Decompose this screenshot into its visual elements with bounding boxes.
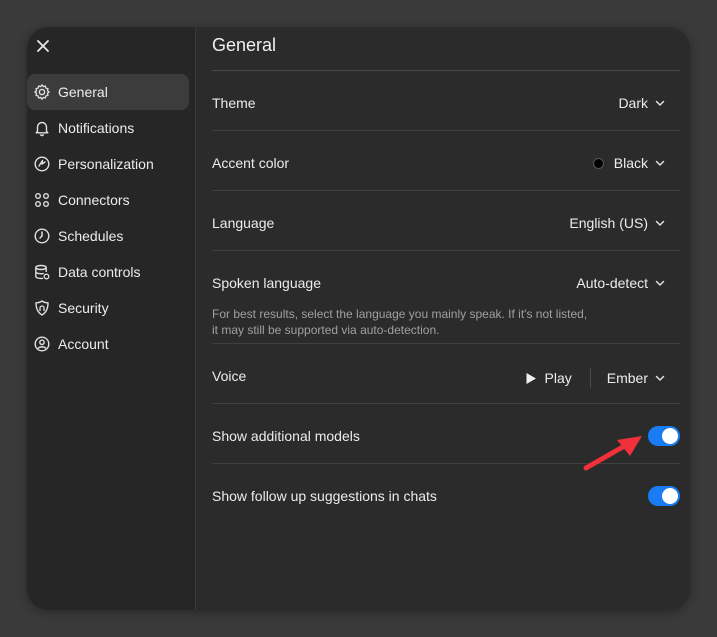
theme-value: Dark <box>618 95 648 111</box>
color-swatch <box>592 157 604 169</box>
voice-controls: Play Ember <box>525 368 666 388</box>
spoken-language-help: For best results, select the language yo… <box>212 306 632 338</box>
language-row: Language English (US) <box>212 191 680 251</box>
additional-models-label: Show additional models <box>212 428 360 444</box>
language-value: English (US) <box>569 215 648 231</box>
user-icon <box>34 336 50 352</box>
gear-icon <box>34 84 50 100</box>
help-text-line: For best results, select the language yo… <box>212 307 588 321</box>
settings-content: General Theme Dark Accent color Black La… <box>195 27 690 610</box>
chevron-down-icon <box>655 100 665 106</box>
voice-dropdown[interactable]: Ember <box>607 370 666 386</box>
help-text-line: it may still be supported via auto-detec… <box>212 323 440 337</box>
clock-icon <box>34 228 50 244</box>
chevron-down-icon <box>655 375 665 381</box>
theme-dropdown[interactable]: Dark <box>618 95 666 111</box>
voice-label: Voice <box>212 368 247 384</box>
sidebar-item-account[interactable]: Account <box>27 326 189 362</box>
settings-modal: General Notifications Personalization Co… <box>27 27 690 610</box>
chevron-down-icon <box>655 160 665 166</box>
voice-row: Voice Play Ember <box>212 344 680 404</box>
settings-nav: General Notifications Personalization Co… <box>27 74 195 362</box>
settings-sidebar: General Notifications Personalization Co… <box>27 27 196 610</box>
play-button[interactable]: Play <box>525 370 572 386</box>
spoken-language-label: Spoken language <box>212 275 321 291</box>
theme-label: Theme <box>212 95 256 111</box>
additional-models-toggle[interactable] <box>648 426 680 446</box>
sidebar-item-connectors[interactable]: Connectors <box>27 182 189 218</box>
spoken-language-value: Auto-detect <box>576 275 648 291</box>
sidebar-item-data-controls[interactable]: Data controls <box>27 254 189 290</box>
shield-icon <box>35 300 49 316</box>
additional-models-row: Show additional models <box>212 404 680 464</box>
sidebar-item-label: Connectors <box>58 192 130 208</box>
sidebar-item-notifications[interactable]: Notifications <box>27 110 189 146</box>
sidebar-item-label: Account <box>58 336 109 352</box>
database-icon <box>35 264 50 280</box>
language-label: Language <box>212 215 275 231</box>
toggle-knob <box>662 488 678 504</box>
follow-up-toggle[interactable] <box>648 486 680 506</box>
theme-row: Theme Dark <box>212 71 680 131</box>
follow-up-row: Show follow up suggestions in chats <box>212 464 680 523</box>
sidebar-item-personalization[interactable]: Personalization <box>27 146 189 182</box>
spoken-language-row: Spoken language Auto-detect For best res… <box>212 251 680 344</box>
page-title: General <box>212 35 277 55</box>
accent-color-dropdown[interactable]: Black <box>592 155 666 171</box>
chevron-down-icon <box>655 280 665 286</box>
play-label: Play <box>544 370 572 386</box>
sidebar-item-label: Schedules <box>58 228 124 244</box>
close-button[interactable] <box>33 36 53 56</box>
sidebar-item-label: Security <box>58 300 109 316</box>
divider <box>589 368 591 388</box>
bell-icon <box>35 121 49 137</box>
sidebar-item-label: Personalization <box>58 156 154 172</box>
sidebar-item-schedules[interactable]: Schedules <box>27 218 189 254</box>
accent-color-value: Black <box>613 155 648 171</box>
voice-value: Ember <box>606 370 648 386</box>
close-icon <box>37 40 49 52</box>
sidebar-item-label: Notifications <box>58 120 135 136</box>
play-icon <box>526 372 536 384</box>
spoken-language-dropdown[interactable]: Auto-detect <box>576 275 666 291</box>
follow-up-label: Show follow up suggestions in chats <box>212 488 437 504</box>
accent-color-label: Accent color <box>212 155 290 171</box>
accent-color-row: Accent color Black <box>212 131 680 191</box>
toggle-knob <box>662 428 678 444</box>
connectors-icon <box>35 193 49 207</box>
personalization-icon <box>34 156 50 172</box>
sidebar-item-security[interactable]: Security <box>27 290 189 326</box>
language-dropdown[interactable]: English (US) <box>569 215 666 231</box>
sidebar-item-label: General <box>58 84 108 100</box>
chevron-down-icon <box>655 220 665 226</box>
sidebar-item-general[interactable]: General <box>27 74 189 110</box>
sidebar-item-label: Data controls <box>58 264 141 280</box>
